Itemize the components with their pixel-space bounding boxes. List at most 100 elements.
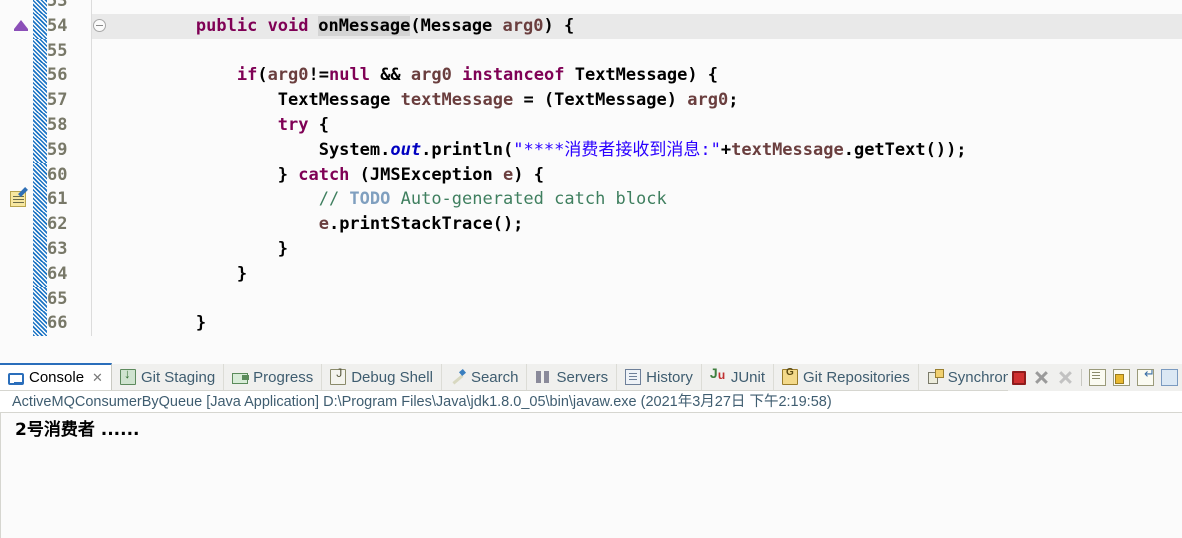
tab-search[interactable]: Search (442, 364, 528, 390)
synchronize-icon (927, 369, 944, 385)
line-code[interactable] (114, 287, 1182, 312)
marker-column[interactable] (0, 38, 33, 64)
line-code[interactable]: try { (114, 113, 1182, 138)
tab-junit[interactable]: JUnit (702, 364, 775, 390)
marker-column[interactable] (0, 286, 33, 312)
editor-line[interactable]: 58 try { (0, 112, 1182, 138)
line-code[interactable]: } (114, 311, 1182, 336)
line-code[interactable]: e.printStackTrace(); (114, 212, 1182, 237)
tab-label: Progress (253, 368, 314, 386)
editor-line[interactable]: 66 } (0, 311, 1182, 337)
editor-line[interactable]: 56 if(arg0!=null && arg0 instanceof Text… (0, 63, 1182, 89)
marker-column[interactable] (0, 311, 33, 337)
line-number: 65 (47, 286, 91, 312)
tab-progress[interactable]: Progress (224, 364, 323, 390)
marker-column[interactable] (0, 0, 33, 14)
folding-column[interactable] (92, 138, 114, 163)
marker-column[interactable] (0, 88, 33, 113)
line-code[interactable] (114, 0, 1182, 14)
tab-history[interactable]: History (617, 364, 702, 390)
scroll-lock-button[interactable] (1113, 369, 1130, 386)
editor-line[interactable]: 53 (0, 0, 1182, 14)
line-code[interactable]: } (114, 262, 1182, 287)
line-code[interactable]: } catch (JMSException e) { (114, 163, 1182, 188)
marker-column[interactable] (0, 13, 33, 39)
eclipse-workbench: 53 54 public void onMessage(Message arg0… (0, 0, 1182, 538)
close-icon[interactable]: ✕ (92, 370, 103, 386)
debug-shell-icon (330, 366, 347, 385)
folding-column[interactable] (92, 163, 114, 188)
change-bar (33, 137, 47, 163)
tab-git-staging[interactable]: Git Staging (112, 364, 225, 390)
tab-git-repositories[interactable]: Git Repositories (774, 364, 919, 390)
folding-column[interactable] (92, 113, 114, 138)
editor-line[interactable]: 64 } (0, 261, 1182, 287)
folding-column[interactable] (92, 63, 114, 88)
folding-column[interactable] (92, 262, 114, 287)
change-bar (33, 236, 47, 262)
terminate-button[interactable] (1012, 370, 1026, 385)
line-code[interactable]: // TODO Auto-generated catch block (114, 187, 1182, 212)
console-output-area[interactable]: 2号消费者 ...... (0, 413, 1182, 538)
tab-servers[interactable]: Servers (527, 364, 618, 390)
editor-line-current[interactable]: 54 public void onMessage(Message arg0) { (0, 13, 1182, 39)
folding-column[interactable] (92, 237, 114, 262)
remove-launch-button[interactable] (1033, 369, 1050, 386)
editor-line[interactable]: 63 } (0, 236, 1182, 262)
tab-debug-shell[interactable]: Debug Shell (322, 364, 442, 390)
editor-line[interactable]: 59 System.out.println("****消费者接收到消息:"+te… (0, 137, 1182, 163)
tab-label: Search (470, 368, 519, 386)
tab-label: Debug Shell (351, 368, 433, 386)
line-number: 56 (47, 63, 91, 89)
line-code[interactable]: } (114, 237, 1182, 262)
marker-column[interactable] (0, 236, 33, 262)
marker-column[interactable] (0, 137, 33, 163)
console-output-line: 2号消费者 ...... (15, 420, 140, 440)
marker-column[interactable] (0, 187, 33, 213)
tab-label: Console (29, 369, 85, 386)
marker-column[interactable] (0, 162, 33, 188)
tab-console[interactable]: Console ✕ (0, 363, 112, 390)
editor-line[interactable]: 55 (0, 38, 1182, 64)
line-number: 62 (47, 212, 91, 237)
folding-column[interactable] (92, 212, 114, 237)
folding-column[interactable] (92, 88, 114, 113)
line-number: 55 (47, 38, 91, 64)
remove-all-launches-button[interactable] (1057, 369, 1074, 386)
line-code[interactable]: TextMessage textMessage = (TextMessage) … (114, 88, 1182, 113)
line-code[interactable]: System.out.println("****消费者接收到消息:"+textM… (114, 138, 1182, 163)
editor-line[interactable]: 62 e.printStackTrace(); (0, 212, 1182, 237)
pin-console-button[interactable] (1161, 369, 1178, 386)
marker-column[interactable] (0, 261, 33, 287)
editor-line[interactable]: 57 TextMessage textMessage = (TextMessag… (0, 88, 1182, 113)
fold-collapse-icon[interactable] (93, 18, 106, 32)
clear-console-button[interactable] (1089, 369, 1106, 386)
change-bar (33, 112, 47, 138)
marker-column[interactable] (0, 112, 33, 138)
editor-line[interactable]: 65 (0, 286, 1182, 312)
word-wrap-button[interactable] (1137, 366, 1155, 386)
tab-label: JUnit (730, 368, 766, 386)
marker-column[interactable] (0, 63, 33, 89)
marker-column[interactable] (0, 212, 33, 237)
folding-column[interactable] (92, 0, 114, 14)
editor-line[interactable]: 60 } catch (JMSException e) { (0, 162, 1182, 188)
folding-column[interactable] (92, 39, 114, 64)
folding-column[interactable] (92, 287, 114, 312)
folding-column[interactable] (92, 14, 114, 39)
line-code[interactable] (114, 39, 1182, 64)
change-bar (33, 286, 47, 312)
folding-column[interactable] (92, 311, 114, 336)
view-tab-bar: Console ✕ Git Staging Progress Debug She… (0, 363, 1182, 391)
editor-line[interactable]: 61 // TODO Auto-generated catch block (0, 187, 1182, 213)
line-number: 59 (47, 137, 91, 163)
folding-column[interactable] (92, 187, 114, 212)
line-code[interactable]: public void onMessage(Message arg0) { (114, 13, 1182, 39)
java-editor[interactable]: 53 54 public void onMessage(Message arg0… (0, 0, 1182, 364)
change-bar (33, 212, 47, 237)
tab-label: Git Staging (140, 368, 216, 386)
tab-label: Git Repositories (803, 368, 910, 386)
change-bar (33, 261, 47, 287)
line-code[interactable]: if(arg0!=null && arg0 instanceof TextMes… (114, 63, 1182, 88)
tab-label: Servers (556, 368, 609, 386)
